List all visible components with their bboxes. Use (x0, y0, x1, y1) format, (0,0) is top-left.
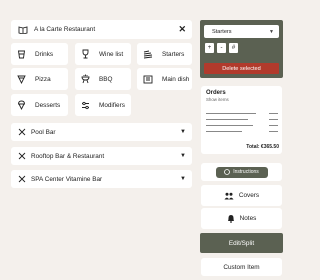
wine-glass-icon (82, 49, 89, 59)
category-pizza[interactable]: Pizza (11, 68, 68, 90)
venue-pool-bar[interactable]: Pool Bar ▼ (11, 123, 192, 141)
notes-label: Notes (239, 215, 257, 222)
bbq-grill-icon (81, 74, 90, 84)
category-label: Modifiers (99, 101, 125, 109)
increment-button[interactable]: + (205, 43, 214, 53)
book-icon (18, 25, 28, 34)
notes-button[interactable]: Notes (201, 208, 282, 229)
instructions-card: Instructions (201, 163, 282, 181)
category-label: Starters (162, 50, 185, 58)
category-label: Drinks (35, 50, 54, 58)
chat-bubble-icon (224, 169, 231, 175)
pizza-icon (17, 75, 26, 84)
edit-split-button[interactable]: Edit/Split (200, 233, 283, 253)
order-line-price (269, 125, 278, 127)
venue-rooftop-bar[interactable]: Rooftop Bar & Restaurant ▼ (11, 147, 192, 165)
bell-icon (227, 215, 234, 223)
venue-label: Pool Bar (31, 128, 56, 136)
instructions-label: Instructions (233, 169, 259, 175)
show-items-link[interactable]: Show items (206, 97, 277, 102)
orders-title: Orders (206, 90, 226, 96)
category-starters[interactable]: Starters (137, 43, 192, 65)
category-select-value: Starters (212, 28, 232, 35)
venue-spa-bar[interactable]: SPA Center Vitamine Bar ▼ (11, 170, 192, 188)
orders-panel: Orders Show items Total: €365.50 (201, 86, 282, 154)
category-label: Pizza (35, 75, 51, 83)
order-line (206, 131, 242, 133)
modifiers-icon (82, 101, 89, 109)
category-desserts[interactable]: Desserts (11, 94, 68, 116)
quantity-button[interactable]: # (229, 43, 238, 53)
decrement-button[interactable]: - (217, 43, 226, 53)
instructions-button[interactable]: Instructions (215, 166, 268, 178)
dessert-icon (18, 100, 25, 110)
category-label: Main dish (162, 75, 190, 83)
utensils-icon (18, 152, 26, 160)
glass-icon (17, 50, 26, 58)
order-total: Total: €365.50 (246, 144, 279, 150)
category-label: BBQ (99, 75, 113, 83)
category-label: Wine list (99, 50, 124, 58)
order-line (206, 113, 256, 115)
chevron-down-icon: ▼ (180, 153, 186, 159)
chevron-down-icon: ▼ (180, 129, 186, 135)
order-line-price (269, 119, 278, 121)
close-icon[interactable]: ✕ (178, 25, 186, 34)
custom-item-button[interactable]: Custom Item (201, 258, 282, 276)
order-line-price (269, 131, 278, 133)
chevron-down-icon: ▼ (269, 28, 274, 35)
starters-icon (143, 50, 153, 58)
category-label: Desserts (35, 101, 61, 109)
venue-label: Rooftop Bar & Restaurant (31, 152, 105, 160)
category-drinks[interactable]: Drinks (11, 43, 68, 65)
order-line (206, 125, 253, 127)
category-select[interactable]: Starters ▼ (204, 25, 279, 38)
order-line (206, 119, 248, 121)
people-icon (224, 192, 234, 199)
order-line-price (269, 113, 278, 115)
utensils-icon (18, 175, 26, 183)
category-bbq[interactable]: BBQ (75, 68, 131, 90)
venue-label: SPA Center Vitamine Bar (31, 175, 103, 183)
restaurant-header[interactable]: A la Carte Restaurant ✕ (11, 20, 192, 39)
chevron-down-icon: ▼ (180, 176, 186, 182)
restaurant-title: A la Carte Restaurant (34, 26, 96, 33)
utensils-icon (18, 128, 26, 136)
covers-label: Covers (238, 192, 260, 199)
main-dish-icon (143, 75, 153, 83)
covers-button[interactable]: Covers (201, 185, 282, 206)
category-modifiers[interactable]: Modifiers (75, 94, 131, 116)
delete-selected-button[interactable]: Delete selected (204, 63, 279, 74)
category-main-dish[interactable]: Main dish (137, 68, 192, 90)
category-wine-list[interactable]: Wine list (75, 43, 131, 65)
